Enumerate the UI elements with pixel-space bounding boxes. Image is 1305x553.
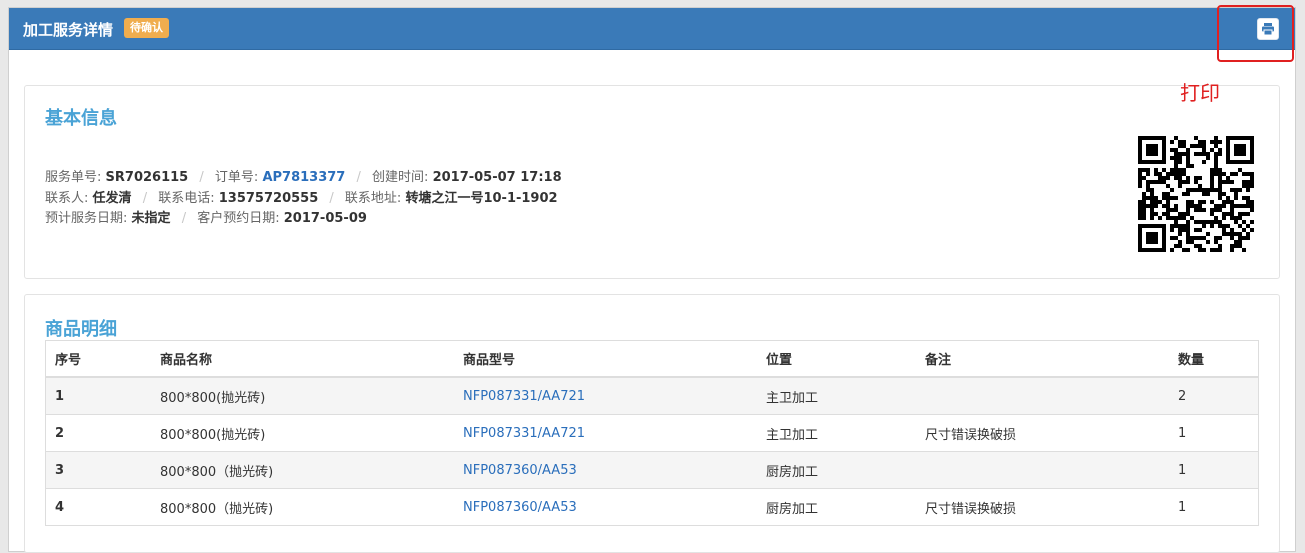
- row-name: 800*800(抛光砖): [151, 376, 454, 415]
- row-location: 厨房加工: [757, 488, 916, 526]
- service-detail-panel: 加工服务详情 待确认 基本信息 服务单号: SR7026115 / 订单号: A…: [8, 7, 1296, 553]
- service-no-value: SR7026115: [105, 170, 189, 185]
- qr-code: [1138, 136, 1254, 252]
- separator: /: [329, 191, 334, 206]
- row-model-link[interactable]: NFP087331/AA721: [454, 414, 757, 452]
- order-no-label: 订单号:: [214, 170, 259, 185]
- info-line-1: 服务单号: SR7026115 / 订单号: AP7813377 / 创建时间:…: [45, 166, 562, 185]
- items-table: 序号 商品名称 商品型号 位置 备注 数量 1 800*800(抛光砖) NFP…: [45, 340, 1259, 526]
- row-location: 主卫加工: [757, 376, 916, 415]
- row-qty: 1: [1169, 488, 1259, 526]
- info-line-2: 联系人: 任发清 / 联系电话: 13575720555 / 联系地址: 转塘之…: [45, 187, 558, 206]
- appointment-value: 2017-05-09: [283, 211, 367, 226]
- column-header-model: 商品型号: [454, 340, 757, 378]
- row-model-link[interactable]: NFP087360/AA53: [454, 488, 757, 526]
- table-row: 3 800*800（抛光砖) NFP087360/AA53 厨房加工 1: [45, 451, 1259, 489]
- items-section: 商品明细 序号 商品名称 商品型号 位置 备注 数量 1 800*800(抛光砖…: [24, 294, 1280, 553]
- table-header-row: 序号 商品名称 商品型号 位置 备注 数量: [45, 340, 1259, 378]
- column-header-idx: 序号: [45, 340, 151, 378]
- print-annotation-label: 打印: [1180, 81, 1220, 105]
- planned-date-value: 未指定: [131, 211, 171, 226]
- row-note: 尺寸错误换破损: [916, 488, 1169, 526]
- column-header-qty: 数量: [1169, 340, 1259, 378]
- page-title: 加工服务详情: [23, 21, 114, 39]
- table-row: 2 800*800(抛光砖) NFP087331/AA721 主卫加工 尺寸错误…: [45, 414, 1259, 452]
- planned-date-label: 预计服务日期:: [45, 211, 128, 226]
- row-name: 800*800(抛光砖): [151, 414, 454, 452]
- row-note: 尺寸错误换破损: [916, 414, 1169, 452]
- row-model-link[interactable]: NFP087331/AA721: [454, 376, 757, 415]
- row-name: 800*800（抛光砖): [151, 488, 454, 526]
- panel-header: 加工服务详情 待确认: [9, 8, 1295, 50]
- row-qty: 1: [1169, 414, 1259, 452]
- appointment-label: 客户预约日期:: [197, 211, 280, 226]
- basic-info-title: 基本信息: [45, 108, 117, 129]
- row-name: 800*800（抛光砖): [151, 451, 454, 489]
- row-idx: 4: [45, 488, 151, 526]
- row-qty: 1: [1169, 451, 1259, 489]
- row-model-link[interactable]: NFP087360/AA53: [454, 451, 757, 489]
- row-idx: 2: [45, 414, 151, 452]
- basic-info-section: 基本信息 服务单号: SR7026115 / 订单号: AP7813377 / …: [24, 85, 1280, 279]
- address-label: 联系地址:: [344, 191, 402, 206]
- print-highlight-box: [1217, 5, 1294, 62]
- row-qty: 2: [1169, 376, 1259, 415]
- status-badge: 待确认: [124, 18, 169, 38]
- phone-value: 13575720555: [218, 191, 319, 206]
- address-value: 转塘之江一号10-1-1902: [405, 191, 558, 206]
- service-no-label: 服务单号:: [45, 170, 102, 185]
- row-location: 厨房加工: [757, 451, 916, 489]
- column-header-name: 商品名称: [151, 340, 454, 378]
- order-no-link[interactable]: AP7813377: [262, 170, 345, 185]
- separator: /: [356, 170, 361, 185]
- row-idx: 1: [45, 376, 151, 415]
- contact-label: 联系人:: [45, 191, 89, 206]
- row-note: [916, 376, 1169, 415]
- contact-value: 任发清: [92, 191, 132, 206]
- created-label: 创建时间:: [372, 170, 429, 185]
- row-location: 主卫加工: [757, 414, 916, 452]
- separator: /: [199, 170, 204, 185]
- phone-label: 联系电话:: [158, 191, 215, 206]
- items-title: 商品明细: [45, 319, 117, 340]
- row-idx: 3: [45, 451, 151, 489]
- row-note: [916, 451, 1169, 489]
- table-row: 4 800*800（抛光砖) NFP087360/AA53 厨房加工 尺寸错误换…: [45, 488, 1259, 526]
- column-header-location: 位置: [757, 340, 916, 378]
- column-header-note: 备注: [916, 340, 1169, 378]
- separator: /: [181, 211, 187, 226]
- created-value: 2017-05-07 17:18: [432, 170, 562, 185]
- separator: /: [142, 191, 148, 206]
- info-line-3: 预计服务日期: 未指定 / 客户预约日期: 2017-05-09: [45, 207, 367, 226]
- table-row: 1 800*800(抛光砖) NFP087331/AA721 主卫加工 2: [45, 376, 1259, 415]
